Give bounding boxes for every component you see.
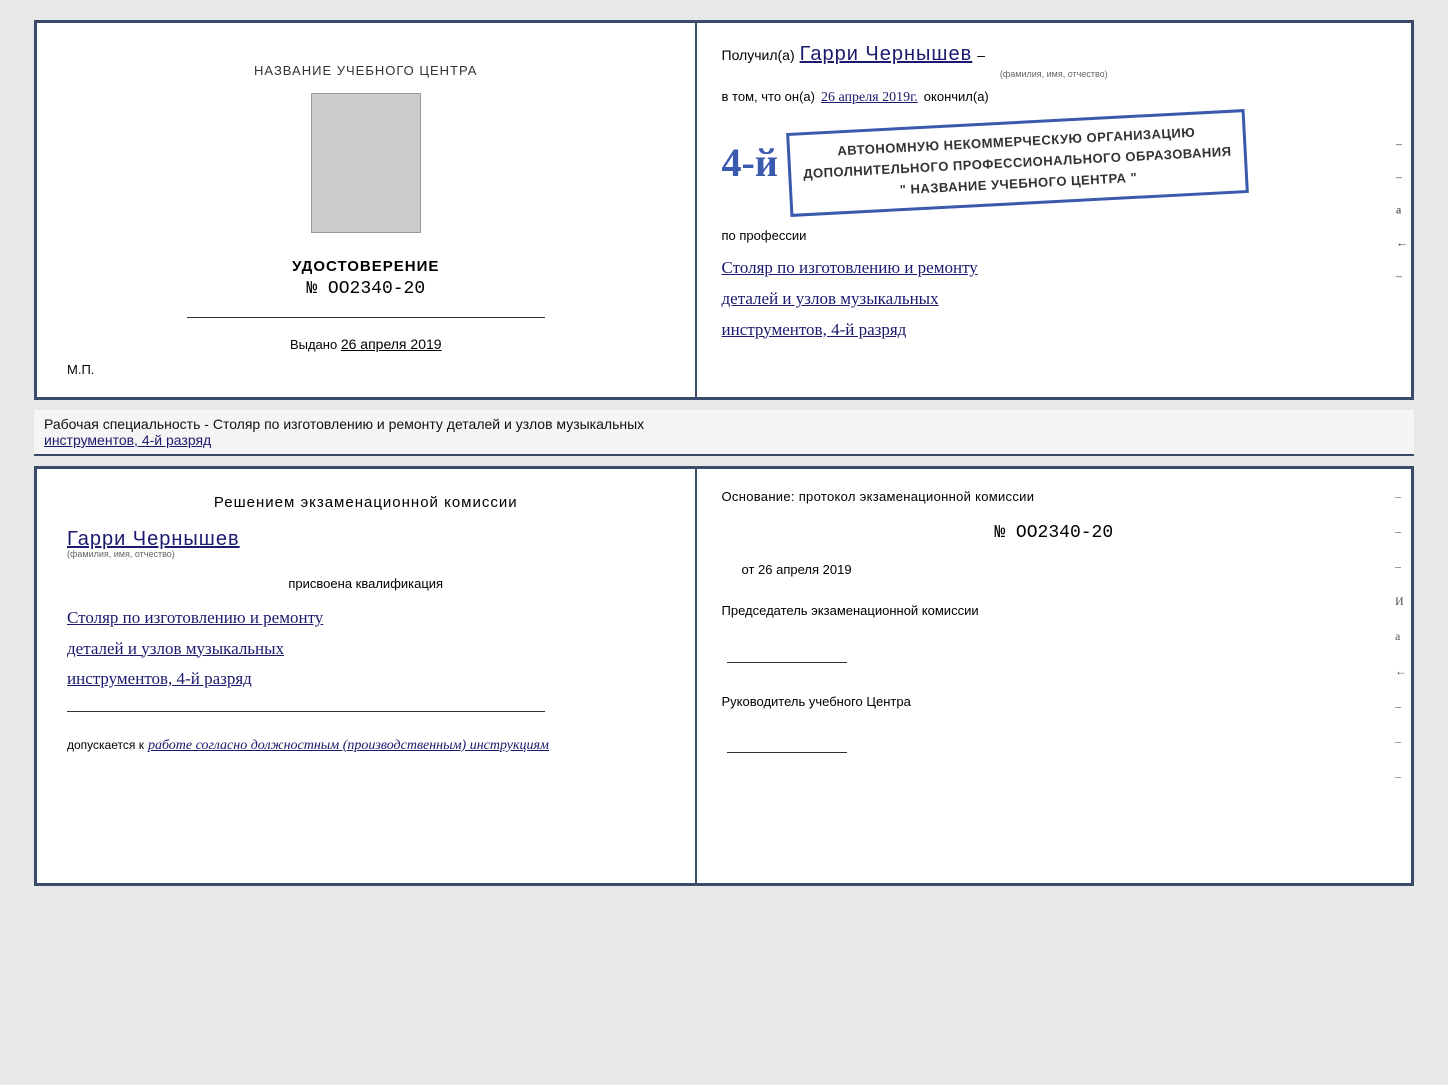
side-marks-bottom: – – – И а ← – – –	[1395, 489, 1407, 784]
profession-line2: деталей и узлов музыкальных	[722, 284, 1386, 315]
ot-date-value: 26 апреля 2019	[758, 562, 852, 577]
ot-prefix: от	[742, 562, 755, 577]
description-text2: инструментов, 4-й разряд	[44, 432, 211, 448]
top-certificate: НАЗВАНИЕ УЧЕБНОГО ЦЕНТРА УДОСТОВЕРЕНИЕ №…	[34, 20, 1414, 400]
description-text1: Рабочая специальность - Столяр по изгото…	[44, 416, 644, 432]
cert-bottom-right: Основание: протокол экзаменационной коми…	[697, 469, 1411, 883]
bottom-certificate: Решением экзаменационной комиссии Гарри …	[34, 466, 1414, 886]
qual-line1: Столяр по изготовлению и ремонту	[67, 603, 665, 634]
cert-top-left: НАЗВАНИЕ УЧЕБНОГО ЦЕНТРА УДОСТОВЕРЕНИЕ №…	[37, 23, 697, 397]
dopuskaetsya-prefix: допускается к	[67, 738, 144, 752]
dopuskaetsya-text: работе согласно должностным (производств…	[148, 738, 549, 754]
stamp-4-badge: 4-й	[722, 143, 778, 183]
side-marks-top: – – а ← –	[1396, 137, 1408, 284]
osnovanie-label: Основание: протокол экзаменационной коми…	[722, 489, 1386, 504]
qual-line3: инструментов, 4-й разряд	[67, 664, 665, 695]
stamp-area: 4-й АВТОНОМНУЮ НЕКОММЕРЧЕСКУЮ ОРГАНИЗАЦИ…	[722, 116, 1386, 210]
bottom-number: № OO2340-20	[722, 523, 1386, 543]
predsedatel-sig-line	[727, 662, 847, 663]
stamp-4-number: 4-й	[722, 140, 778, 185]
mp-label: М.П.	[67, 362, 94, 377]
stamp-box: АВТОНОМНУЮ НЕКОММЕРЧЕСКУЮ ОРГАНИЗАЦИЮ ДО…	[786, 109, 1249, 217]
udostoverenie-title: УДОСТОВЕРЕНИЕ	[292, 258, 439, 275]
udostoverenie-number: № OO2340-20	[292, 279, 439, 299]
rukovoditel-sig-line	[727, 752, 847, 753]
ot-date-block: от 26 апреля 2019	[742, 562, 1386, 577]
description-line: Рабочая специальность - Столяр по изгото…	[34, 410, 1414, 456]
resheniem-title: Решением экзаменационной комиссии	[67, 494, 665, 511]
predsedatel-block: Председатель экзаменационной комиссии	[722, 601, 1386, 663]
rukovoditel-label: Руководитель учебного Центра	[722, 692, 1386, 713]
recipient-name: Гарри Чернышев	[800, 43, 973, 66]
vydano-date: 26 апреля 2019	[341, 336, 442, 352]
rukovoditel-block: Руководитель учебного Центра	[722, 692, 1386, 754]
okonchil-label: окончил(а)	[924, 89, 989, 104]
udostoverenie-block: УДОСТОВЕРЕНИЕ № OO2340-20	[292, 258, 439, 299]
poluchil-prefix: Получил(а)	[722, 47, 795, 63]
vydano-label: Выдано	[290, 337, 337, 352]
qual-line2: деталей и узлов музыкальных	[67, 634, 665, 665]
po-professii-label: по профессии	[722, 228, 1386, 243]
profession-line1: Столяр по изготовлению и ремонту	[722, 253, 1386, 284]
vtom-date: 26 апреля 2019г.	[821, 90, 918, 106]
document-container: НАЗВАНИЕ УЧЕБНОГО ЦЕНТРА УДОСТОВЕРЕНИЕ №…	[34, 20, 1414, 886]
vtom-prefix: в том, что он(а)	[722, 89, 815, 104]
cert-top-right: Получил(а) Гарри Чернышев – (фамилия, им…	[697, 23, 1411, 397]
vydano-block: Выдано 26 апреля 2019	[290, 336, 442, 352]
profession-line3: инструментов, 4-й разряд	[722, 315, 1386, 346]
dash-after-name: –	[977, 47, 985, 63]
profession-text: Столяр по изготовлению и ремонту деталей…	[722, 253, 1386, 345]
bottom-name-block: Гарри Чернышев (фамилия, имя, отчество)	[67, 528, 665, 559]
bottom-fio-subtext: (фамилия, имя, отчество)	[67, 549, 175, 559]
dopuskaetsya-block: допускается к работе согласно должностны…	[67, 738, 665, 754]
bottom-recipient-name: Гарри Чернышев	[67, 528, 240, 551]
bottom-qual-text: Столяр по изготовлению и ремонту деталей…	[67, 603, 665, 695]
vtom-line: в том, что он(а) 26 апреля 2019г. окончи…	[722, 89, 1386, 106]
cert-bottom-left: Решением экзаменационной комиссии Гарри …	[37, 469, 697, 883]
prisvoena-label: присвоена квалификация	[67, 576, 665, 591]
photo-placeholder	[311, 93, 421, 233]
poluchil-line: Получил(а) Гарри Чернышев – (фамилия, им…	[722, 43, 1386, 79]
predsedatel-label: Председатель экзаменационной комиссии	[722, 601, 1386, 622]
fio-subtext-top: (фамилия, имя, отчество)	[722, 69, 1386, 79]
center-title-top: НАЗВАНИЕ УЧЕБНОГО ЦЕНТРА	[254, 63, 477, 78]
